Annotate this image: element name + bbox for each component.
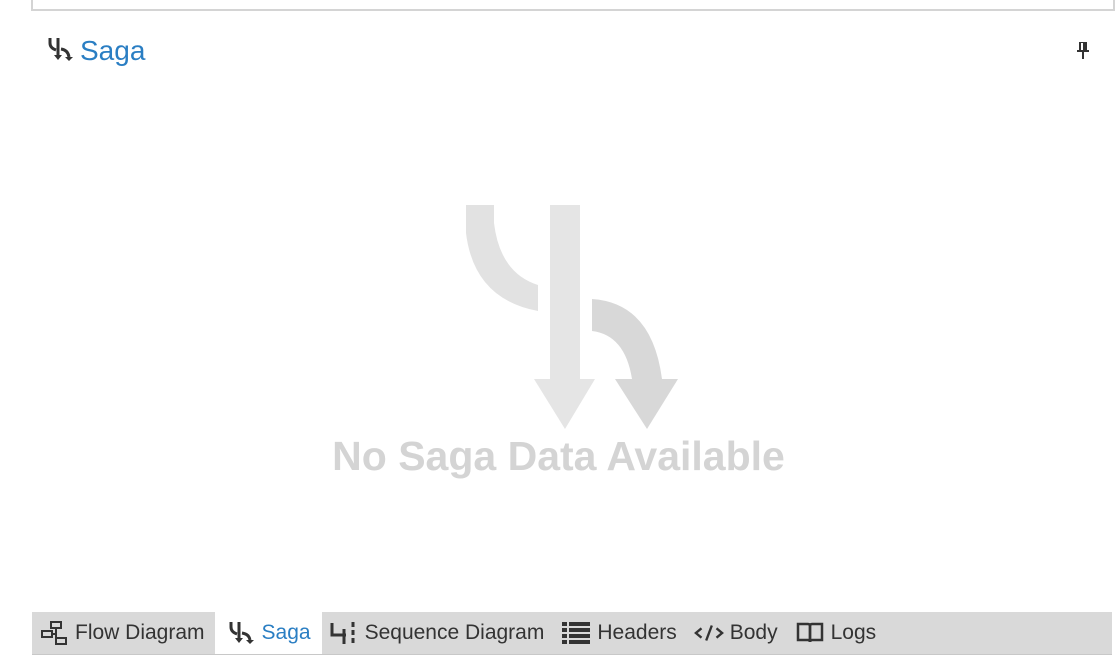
tab-label: Sequence Diagram — [364, 621, 545, 644]
tab-label: Logs — [830, 621, 877, 644]
tab-flow-diagram[interactable]: Flow Diagram — [32, 612, 215, 654]
saga-icon — [226, 620, 256, 646]
empty-state: No Saga Data Available — [0, 195, 1117, 495]
headers-icon — [561, 620, 591, 646]
sequence-diagram-icon — [329, 620, 359, 646]
tab-label: Saga — [261, 621, 311, 644]
saga-large-icon — [460, 203, 690, 438]
tab-logs[interactable]: Logs — [788, 612, 887, 654]
tab-sequence-diagram[interactable]: Sequence Diagram — [322, 612, 555, 654]
tab-label: Headers — [597, 621, 677, 644]
tab-label: Flow Diagram — [75, 621, 205, 644]
tab-body[interactable]: Body — [687, 612, 788, 654]
tab-strip: Flow Diagram Saga Sequence Diagram Heade… — [32, 612, 1112, 655]
upper-panel-border — [31, 0, 1115, 11]
tab-headers[interactable]: Headers — [554, 612, 686, 654]
pin-button[interactable] — [1074, 40, 1092, 60]
pane-header: Saga — [46, 32, 145, 70]
tab-label: Body — [729, 621, 778, 644]
pin-icon — [1077, 42, 1089, 59]
saga-icon — [46, 35, 74, 68]
body-icon — [693, 620, 724, 646]
tab-saga[interactable]: Saga — [214, 612, 322, 654]
flow-diagram-icon — [39, 620, 69, 646]
empty-state-message: No Saga Data Available — [332, 433, 785, 479]
logs-icon — [795, 620, 825, 646]
pane-title: Saga — [80, 35, 146, 66]
